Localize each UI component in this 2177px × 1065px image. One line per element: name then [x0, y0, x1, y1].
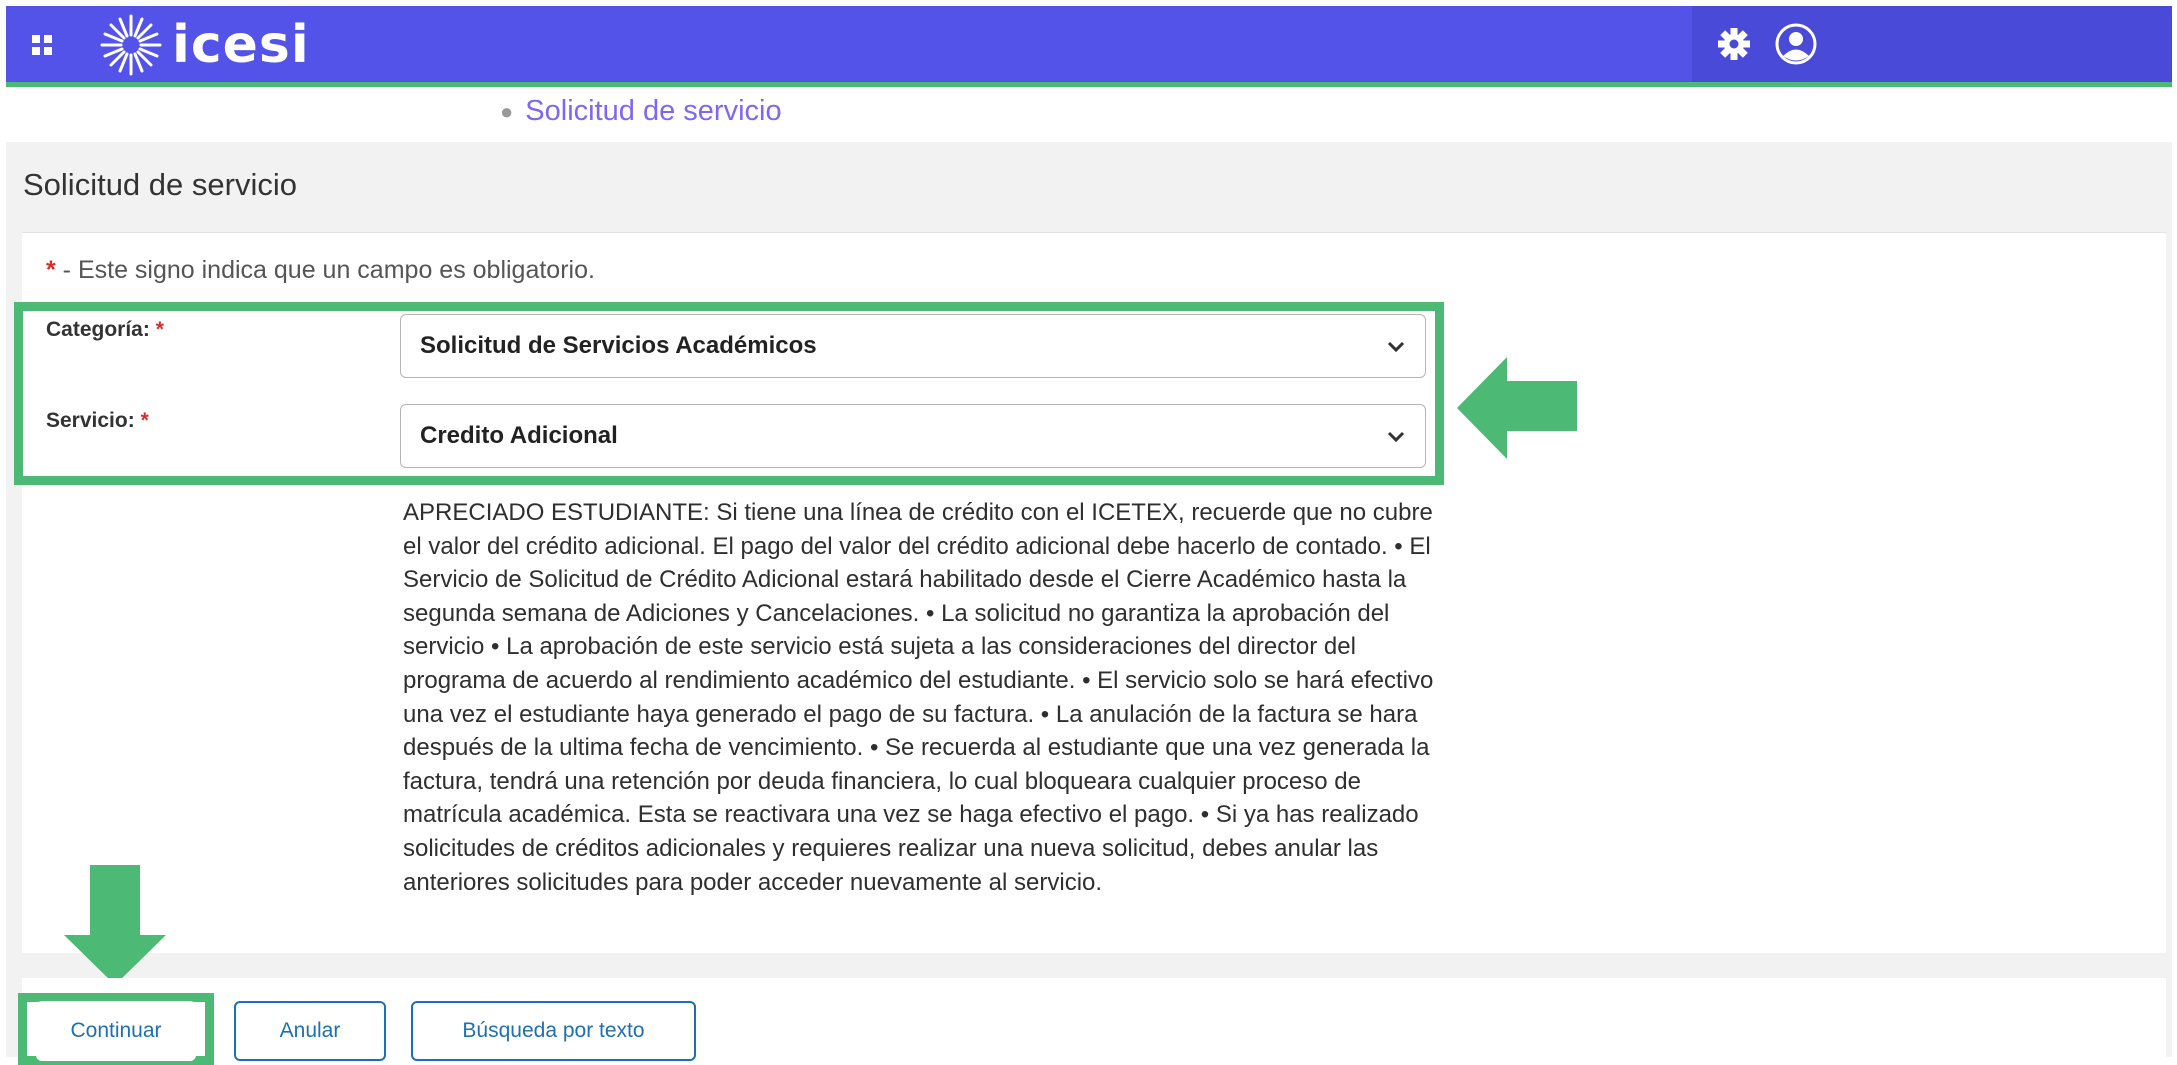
- grid-menu-icon[interactable]: [31, 34, 53, 56]
- chevron-down-icon: [1387, 431, 1405, 443]
- required-note-text: - Este signo indica que un campo es obli…: [55, 256, 595, 284]
- user-avatar-icon[interactable]: [1775, 23, 1817, 65]
- categoria-select[interactable]: Solicitud de Servicios Académicos: [400, 314, 1426, 378]
- navbar-right-zone: [1692, 6, 2172, 82]
- icesi-logo[interactable]: icesi: [98, 10, 310, 80]
- continuar-button[interactable]: Continuar: [36, 1001, 196, 1061]
- page-title: Solicitud de servicio: [23, 167, 297, 202]
- breadcrumb-dot: ●: [500, 99, 514, 125]
- categoria-value: Solicitud de Servicios Académicos: [420, 332, 817, 359]
- service-description: APRECIADO ESTUDIANTE: Si tiene una línea…: [403, 499, 1434, 896]
- arrow-left-annotation-icon: [1457, 357, 1577, 459]
- sunburst-logo-icon: [100, 14, 162, 76]
- chevron-down-icon: [1387, 341, 1405, 353]
- top-navbar: icesi: [6, 6, 2172, 87]
- anular-button[interactable]: Anular: [234, 1001, 386, 1061]
- required-note: * - Este signo indica que un campo es ob…: [46, 256, 595, 285]
- breadcrumb[interactable]: ● Solicitud de servicio: [500, 95, 782, 128]
- breadcrumb-current[interactable]: Solicitud de servicio: [525, 95, 781, 127]
- busqueda-por-texto-button[interactable]: Búsqueda por texto: [411, 1001, 696, 1061]
- servicio-select[interactable]: Credito Adicional: [400, 404, 1426, 468]
- required-star: *: [46, 256, 56, 284]
- arrow-down-annotation-icon: [64, 865, 166, 985]
- logo-text: icesi: [172, 15, 310, 75]
- categoria-label: Categoría: *: [46, 318, 164, 341]
- servicio-value: Credito Adicional: [420, 422, 618, 449]
- servicio-label: Servicio: *: [46, 409, 149, 432]
- gear-icon[interactable]: [1716, 26, 1752, 62]
